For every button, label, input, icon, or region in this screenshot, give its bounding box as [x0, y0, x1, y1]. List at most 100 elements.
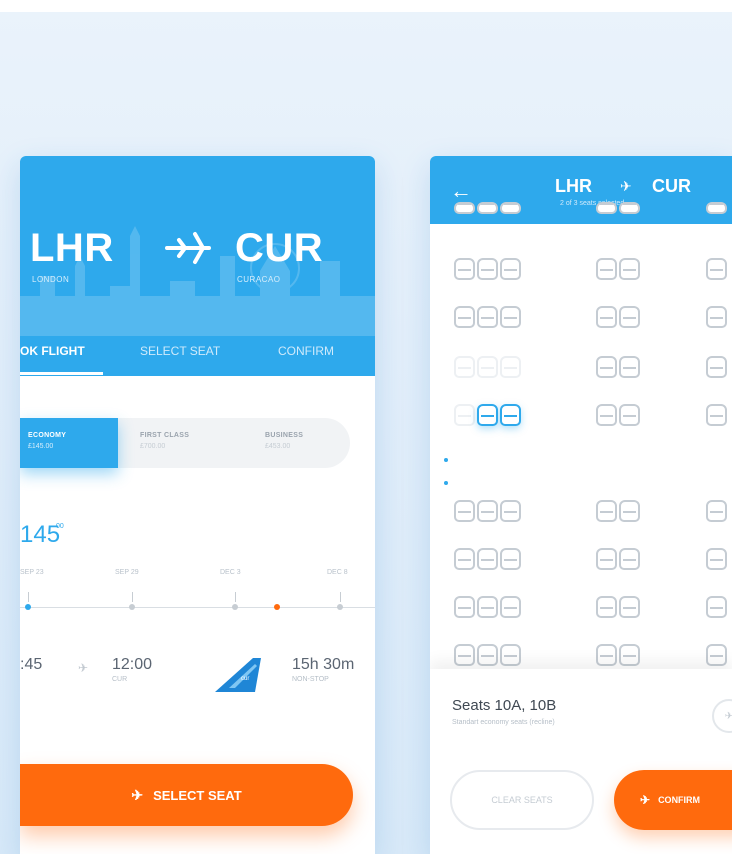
- seat[interactable]: [454, 306, 475, 328]
- seat-selected[interactable]: [500, 404, 521, 426]
- class-name: BUSINESS: [265, 432, 304, 439]
- seat[interactable]: [596, 644, 617, 666]
- seat[interactable]: [619, 596, 640, 618]
- seat[interactable]: [477, 548, 498, 570]
- seat[interactable]: [500, 500, 521, 522]
- date-label[interactable]: DEC 8: [327, 569, 348, 576]
- timeline-tick: [235, 592, 236, 602]
- seat[interactable]: [454, 356, 475, 378]
- timeline-tick: [132, 592, 133, 602]
- svg-text:cur: cur: [241, 676, 249, 682]
- seat[interactable]: [477, 306, 498, 328]
- seat[interactable]: [454, 596, 475, 618]
- seat[interactable]: [706, 356, 727, 378]
- booking-card: LHR LONDON CUR CURACAO OK FLIGHT SELECT …: [20, 156, 375, 854]
- flight-duration-sub: NON-STOP: [292, 676, 329, 683]
- seat[interactable]: [706, 548, 727, 570]
- clear-seats-button[interactable]: CLEAR SEATS: [450, 770, 594, 830]
- airline-tail-logo: cur: [215, 658, 261, 692]
- route-destination: CUR: [652, 176, 691, 196]
- seat[interactable]: [706, 596, 727, 618]
- seat[interactable]: [500, 202, 521, 214]
- seat[interactable]: [619, 404, 640, 426]
- seat[interactable]: [706, 644, 727, 666]
- select-seat-button[interactable]: ✈ SELECT SEAT: [20, 764, 353, 826]
- seat[interactable]: [596, 356, 617, 378]
- timeline-tick: [340, 592, 341, 602]
- class-name: FIRST CLASS: [140, 432, 190, 439]
- timeline-dot[interactable]: [129, 604, 135, 610]
- seat[interactable]: [596, 548, 617, 570]
- seat[interactable]: [619, 202, 640, 214]
- confirm-button[interactable]: ✈ CONFIRM: [614, 770, 732, 830]
- seat[interactable]: [477, 356, 498, 378]
- seat[interactable]: [596, 202, 617, 214]
- seat[interactable]: [619, 306, 640, 328]
- seat[interactable]: [477, 644, 498, 666]
- seat[interactable]: [500, 356, 521, 378]
- seat[interactable]: [500, 644, 521, 666]
- seat[interactable]: [477, 258, 498, 280]
- seat[interactable]: [619, 644, 640, 666]
- selected-seats-title: Seats 10A, 10B: [452, 697, 557, 714]
- seat[interactable]: [596, 404, 617, 426]
- seat[interactable]: [454, 548, 475, 570]
- timeline-dot[interactable]: [232, 604, 238, 610]
- tab-confirm[interactable]: CONFIRM: [278, 344, 334, 358]
- seat[interactable]: [500, 306, 521, 328]
- timeline-tick: [28, 592, 29, 602]
- destination-city: CURACAO: [237, 275, 281, 284]
- seat[interactable]: [596, 306, 617, 328]
- tab-book-flight[interactable]: OK FLIGHT: [20, 344, 85, 358]
- price-cents: 00: [56, 523, 64, 530]
- seat[interactable]: [500, 258, 521, 280]
- seat[interactable]: [706, 500, 727, 522]
- seat[interactable]: [619, 258, 640, 280]
- destination-code: CUR: [235, 226, 324, 270]
- class-option-business[interactable]: BUSINESS £453.00: [265, 418, 345, 468]
- date-label[interactable]: DEC 3: [220, 569, 241, 576]
- seat-selected[interactable]: [477, 404, 498, 426]
- seat[interactable]: [596, 258, 617, 280]
- plane-icon: ✈: [640, 793, 651, 807]
- class-name: ECONOMY: [28, 432, 67, 439]
- seat[interactable]: [596, 500, 617, 522]
- seat[interactable]: [706, 306, 727, 328]
- seat[interactable]: [477, 202, 498, 214]
- seat-map-header: ← LHR ✈ CUR 2 of 3 seats selected: [430, 156, 732, 224]
- date-label[interactable]: SEP 23: [20, 569, 44, 576]
- seat[interactable]: [596, 596, 617, 618]
- route-origin: LHR: [555, 176, 592, 196]
- seat[interactable]: [500, 548, 521, 570]
- seat[interactable]: [454, 202, 475, 214]
- seat[interactable]: [454, 644, 475, 666]
- info-icon[interactable]: ✈: [712, 699, 732, 733]
- seat[interactable]: [706, 202, 727, 214]
- seat[interactable]: [454, 258, 475, 280]
- class-option-first[interactable]: FIRST CLASS £700.00: [140, 418, 240, 468]
- class-option-economy[interactable]: ECONOMY £145.00: [20, 418, 118, 468]
- date-label[interactable]: SEP 29: [115, 569, 139, 576]
- seat[interactable]: [454, 404, 475, 426]
- seat[interactable]: [500, 596, 521, 618]
- row-indicator: [444, 481, 448, 485]
- timeline-dot[interactable]: [337, 604, 343, 610]
- booking-header: LHR LONDON CUR CURACAO OK FLIGHT SELECT …: [20, 156, 375, 376]
- origin-city: LONDON: [32, 275, 70, 284]
- back-arrow-icon[interactable]: ←: [450, 178, 472, 204]
- seat[interactable]: [477, 500, 498, 522]
- tab-select-seat[interactable]: SELECT SEAT: [140, 344, 220, 358]
- seat[interactable]: [619, 548, 640, 570]
- seat[interactable]: [477, 596, 498, 618]
- seat[interactable]: [706, 258, 727, 280]
- timeline-dot-highlight[interactable]: [274, 604, 280, 610]
- selected-seats-sub: Standart economy seats (recline): [452, 719, 555, 726]
- seat[interactable]: [619, 500, 640, 522]
- timeline-dot-selected[interactable]: [25, 604, 31, 610]
- seat[interactable]: [619, 356, 640, 378]
- seat[interactable]: [454, 500, 475, 522]
- confirm-label: CONFIRM: [658, 795, 701, 805]
- class-price: £145.00: [28, 443, 54, 450]
- seat[interactable]: [706, 404, 727, 426]
- row-indicator: [444, 458, 448, 462]
